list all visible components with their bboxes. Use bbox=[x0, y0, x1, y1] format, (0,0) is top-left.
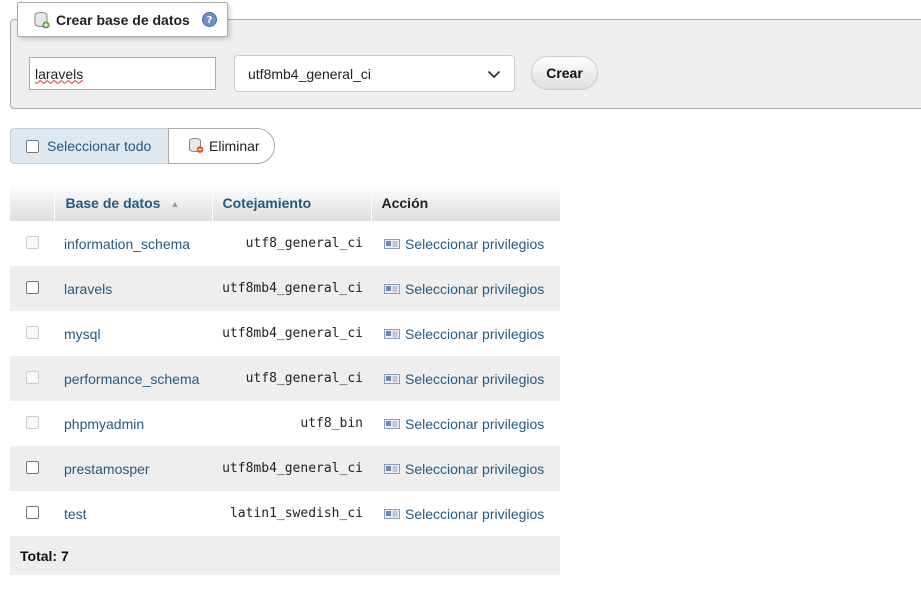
check-privileges-label[interactable]: Seleccionar privilegios bbox=[405, 416, 544, 432]
check-privileges-link[interactable]: Seleccionar privilegios bbox=[371, 401, 560, 446]
database-collation: utf8_general_ci bbox=[212, 221, 371, 266]
databases-table-body: information_schema utf8_general_ci Selec… bbox=[10, 221, 560, 575]
database-name-link[interactable]: mysql bbox=[54, 311, 212, 356]
column-header-collation[interactable]: Cotejamiento bbox=[211, 184, 371, 221]
row-checkbox-cell bbox=[10, 311, 54, 356]
privileges-icon bbox=[384, 462, 400, 474]
checkbox-column-header bbox=[10, 184, 54, 221]
row-checkbox-cell bbox=[10, 221, 54, 266]
table-row: information_schema utf8_general_ci Selec… bbox=[10, 221, 560, 266]
check-privileges-label[interactable]: Seleccionar privilegios bbox=[405, 326, 544, 342]
database-name-link[interactable]: prestamosper bbox=[54, 446, 212, 491]
database-collation: utf8mb4_general_ci bbox=[212, 266, 371, 311]
column-header-action-label: Acción bbox=[381, 194, 429, 211]
collation-select[interactable]: utf8mb4_general_ci bbox=[234, 55, 515, 92]
select-all-label[interactable]: Seleccionar todo bbox=[47, 138, 151, 154]
check-privileges-link[interactable]: Seleccionar privilegios bbox=[371, 221, 560, 266]
svg-text:?: ? bbox=[206, 15, 212, 26]
check-privileges-link[interactable]: Seleccionar privilegios bbox=[371, 356, 560, 401]
row-checkbox-cell bbox=[10, 401, 54, 446]
row-checkbox-cell bbox=[10, 266, 54, 311]
column-header-collation-label[interactable]: Cotejamiento bbox=[223, 195, 312, 211]
check-privileges-label[interactable]: Seleccionar privilegios bbox=[405, 371, 544, 387]
privileges-icon bbox=[384, 327, 400, 339]
chevron-down-icon bbox=[487, 66, 501, 82]
check-privileges-label[interactable]: Seleccionar privilegios bbox=[405, 236, 544, 252]
delete-button[interactable]: Eliminar bbox=[168, 128, 275, 164]
table-row: test latin1_swedish_ci Seleccionar privi… bbox=[10, 491, 560, 536]
privileges-icon bbox=[384, 282, 400, 294]
database-name-link[interactable]: phpmyadmin bbox=[54, 401, 212, 446]
bulk-actions-toolbar: Seleccionar todo Eliminar bbox=[10, 128, 275, 164]
column-header-database-label[interactable]: Base de datos bbox=[66, 195, 161, 211]
database-name-value: laravels bbox=[35, 65, 84, 82]
table-row: phpmyadmin utf8_bin Seleccionar privileg… bbox=[10, 401, 560, 446]
create-button[interactable]: Crear bbox=[531, 56, 598, 90]
collation-selected-value: utf8mb4_general_ci bbox=[248, 65, 371, 82]
check-privileges-link[interactable]: Seleccionar privilegios bbox=[371, 491, 560, 536]
select-all-control[interactable]: Seleccionar todo bbox=[10, 128, 168, 164]
database-collation: utf8_general_ci bbox=[212, 356, 371, 401]
create-database-legend: Crear base de datos ? bbox=[17, 2, 228, 37]
table-total-row: Total: 7 bbox=[10, 536, 560, 575]
column-header-database[interactable]: Base de datos ▲ bbox=[53, 184, 212, 221]
database-name-input[interactable]: laravels bbox=[29, 57, 216, 90]
privileges-icon bbox=[384, 507, 400, 519]
row-checkbox[interactable] bbox=[25, 460, 39, 474]
table-header-row: Base de datos ▲ Cotejamiento Acción bbox=[10, 184, 560, 221]
database-collation: utf8mb4_general_ci bbox=[212, 446, 371, 491]
database-name-link[interactable]: laravels bbox=[54, 266, 212, 311]
column-header-action: Acción bbox=[370, 184, 560, 221]
delete-label: Eliminar bbox=[209, 138, 260, 154]
row-checkbox bbox=[25, 370, 39, 384]
table-row: performance_schema utf8_general_ci Selec… bbox=[10, 356, 560, 401]
delete-db-icon bbox=[188, 137, 204, 156]
database-name-link[interactable]: performance_schema bbox=[54, 356, 212, 401]
databases-table: Base de datos ▲ Cotejamiento Acción infor… bbox=[10, 184, 560, 575]
select-all-checkbox[interactable] bbox=[26, 139, 39, 153]
database-collation: utf8mb4_general_ci bbox=[212, 311, 371, 356]
create-database-title: Crear base de datos bbox=[56, 11, 190, 28]
database-add-icon bbox=[34, 11, 50, 29]
check-privileges-label[interactable]: Seleccionar privilegios bbox=[405, 506, 544, 522]
check-privileges-link[interactable]: Seleccionar privilegios bbox=[371, 266, 560, 311]
database-name-link[interactable]: information_schema bbox=[54, 221, 212, 266]
privileges-icon bbox=[384, 237, 400, 249]
row-checkbox[interactable] bbox=[25, 280, 39, 294]
row-checkbox bbox=[25, 235, 39, 249]
table-row: laravels utf8mb4_general_ci Seleccionar … bbox=[10, 266, 560, 311]
table-row: mysql utf8mb4_general_ci Seleccionar pri… bbox=[10, 311, 560, 356]
sort-ascending-icon: ▲ bbox=[170, 198, 180, 209]
check-privileges-label[interactable]: Seleccionar privilegios bbox=[405, 461, 544, 477]
row-checkbox[interactable] bbox=[25, 505, 39, 519]
total-count: Total: 7 bbox=[10, 536, 560, 575]
row-checkbox bbox=[25, 325, 39, 339]
row-checkbox-cell bbox=[10, 446, 54, 491]
check-privileges-link[interactable]: Seleccionar privilegios bbox=[371, 311, 560, 356]
help-icon[interactable]: ? bbox=[201, 12, 217, 27]
privileges-icon bbox=[384, 372, 400, 384]
privileges-icon bbox=[384, 417, 400, 429]
table-row: prestamosper utf8mb4_general_ci Seleccio… bbox=[10, 446, 560, 491]
row-checkbox bbox=[25, 415, 39, 429]
database-name-link[interactable]: test bbox=[54, 491, 212, 536]
database-collation: latin1_swedish_ci bbox=[212, 491, 371, 536]
row-checkbox-cell bbox=[10, 356, 54, 401]
check-privileges-label[interactable]: Seleccionar privilegios bbox=[405, 281, 544, 297]
row-checkbox-cell bbox=[10, 491, 54, 536]
check-privileges-link[interactable]: Seleccionar privilegios bbox=[371, 446, 560, 491]
database-collation: utf8_bin bbox=[212, 401, 371, 446]
